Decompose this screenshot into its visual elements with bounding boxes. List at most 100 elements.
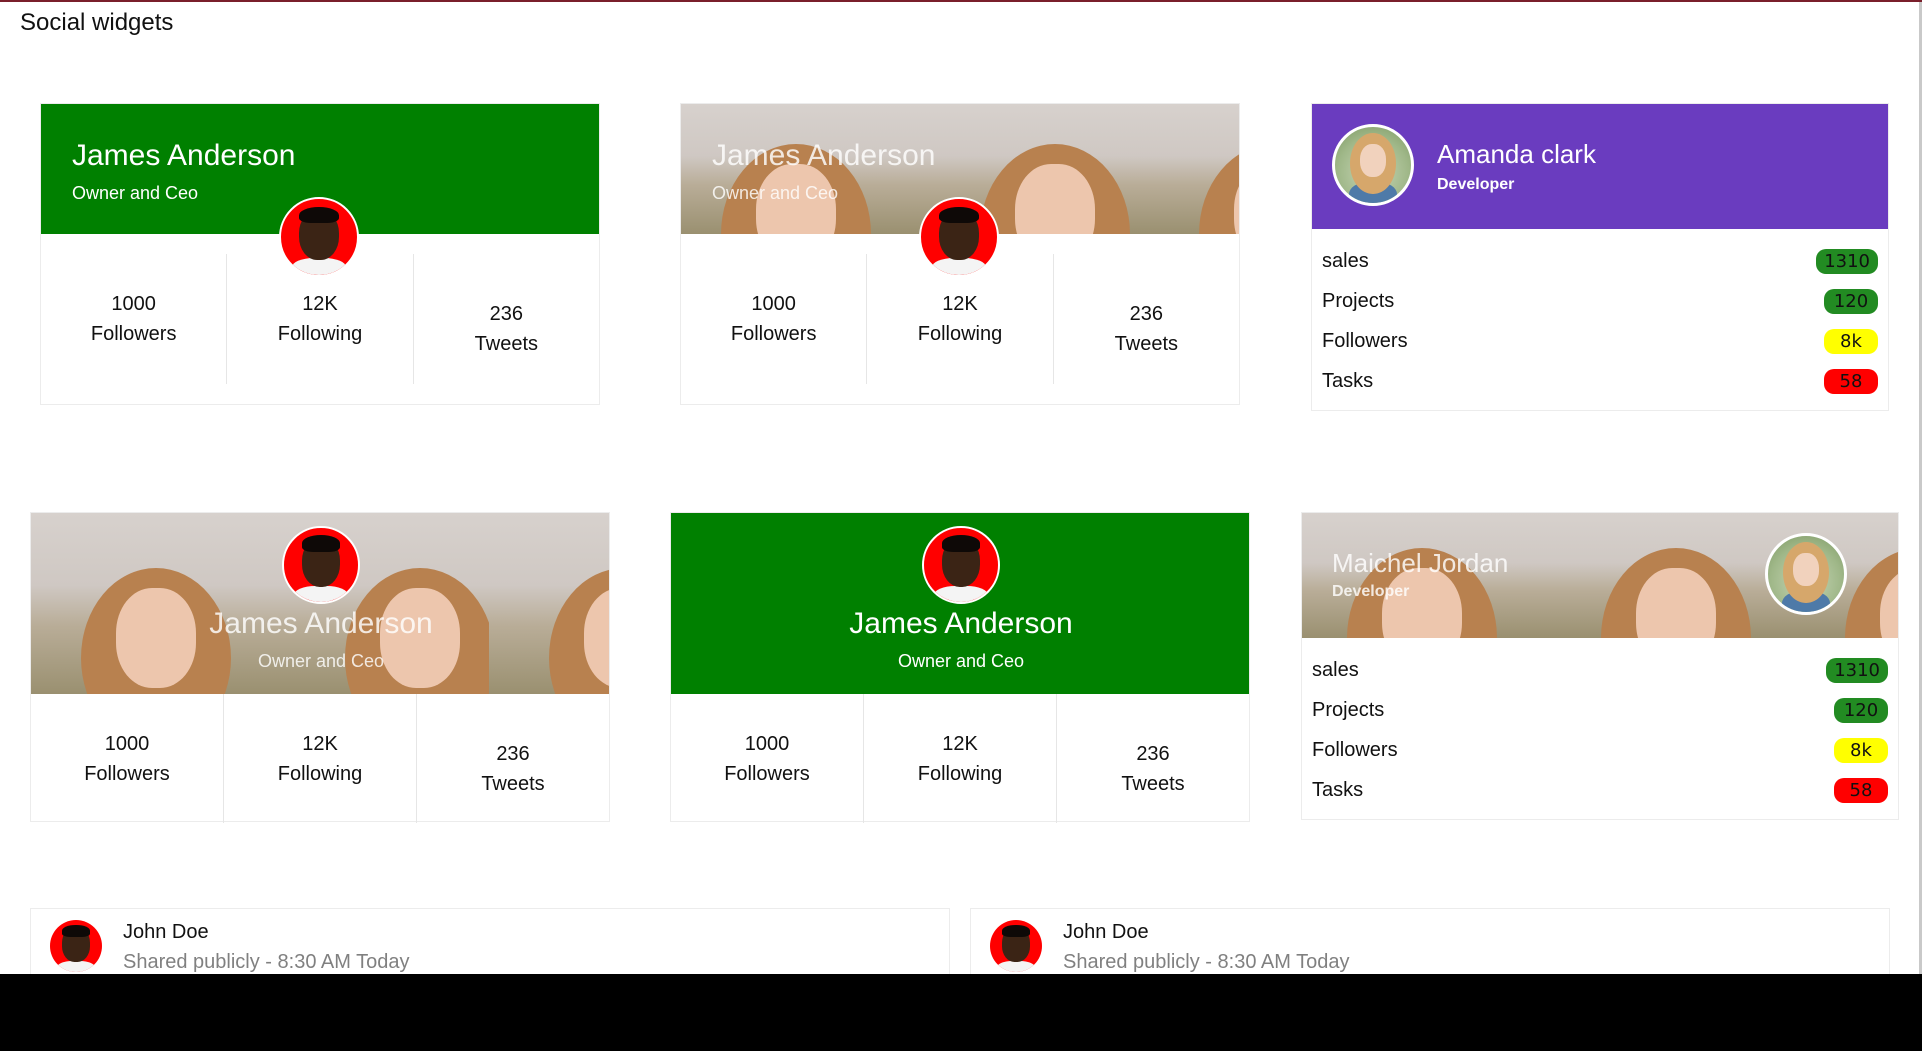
stat-value: 12K [302, 293, 338, 315]
stat-label: Tweets [1121, 772, 1185, 795]
avatar-man-icon[interactable] [50, 920, 102, 972]
stat-label: Followers [84, 762, 170, 785]
stat-value: 1000 [751, 293, 796, 315]
summary-role: Developer [1437, 176, 1515, 193]
stat-following[interactable]: 12K Following [226, 254, 412, 384]
profile-role: Owner and Ceo [712, 183, 839, 203]
summary-row-sales[interactable]: sales 1310 [1322, 241, 1878, 281]
summary-name: Amanda clark [1437, 139, 1596, 169]
summary-row-followers[interactable]: Followers 8k [1322, 321, 1878, 361]
stat-label: Tweets [481, 772, 545, 795]
stat-label: Following [917, 762, 1003, 785]
summary-card: Maichel Jordan Developer sales 1310 Proj… [1301, 512, 1899, 820]
stat-label: Tweets [474, 333, 538, 355]
page-title: Social widgets [20, 9, 174, 36]
profile-name: James Anderson [712, 139, 936, 172]
stat-value: 236 [1136, 742, 1170, 765]
stat-label: Following [917, 323, 1003, 345]
row-label: sales [1322, 249, 1369, 272]
profile-card: James Anderson Owner and Ceo 1000 Follow… [30, 512, 610, 823]
stat-value: 1000 [111, 293, 156, 315]
avatar-man-icon[interactable] [990, 920, 1042, 972]
summary-row-tasks[interactable]: Tasks 58 [1322, 361, 1878, 401]
profile-name: James Anderson [849, 607, 1073, 640]
stat-label: Followers [90, 323, 177, 345]
post-author[interactable]: John Doe [123, 921, 209, 944]
profile-banner-photo: James Anderson Owner and Ceo [31, 513, 609, 694]
row-badge: 58 [1834, 777, 1888, 803]
row-label: Tasks [1322, 369, 1374, 392]
summary-row-followers[interactable]: Followers 8k [1312, 730, 1888, 770]
stat-value: 12K [302, 732, 338, 755]
stat-value: 236 [489, 303, 523, 325]
profile-name: James Anderson [209, 607, 433, 640]
summary-banner-photo: Maichel Jordan Developer [1302, 513, 1898, 638]
summary-row-sales[interactable]: sales 1310 [1312, 650, 1888, 690]
profile-stats: 1000 Followers 12K Following 236 Tweets [41, 254, 599, 384]
stat-label: Following [277, 323, 363, 345]
avatar-man-icon[interactable] [922, 526, 1000, 604]
stat-following[interactable]: 12K Following [866, 254, 1052, 384]
summary-list: sales 1310 Projects 120 Followers 8k Tas… [1312, 650, 1888, 810]
stat-tweets[interactable]: 236 Tweets [1052, 254, 1239, 384]
black-bar [0, 974, 1922, 1051]
stat-label: Tweets [1114, 333, 1178, 355]
profile-card: James Anderson Owner and Ceo 1000 Follow… [40, 103, 600, 405]
summary-role: Developer [1332, 583, 1410, 600]
page: Social widgets James Anderson Owner and … [0, 0, 1922, 974]
stat-value: 12K [942, 732, 978, 755]
profile-card: James Anderson Owner and Ceo 1000 Follow… [670, 512, 1250, 823]
stat-tweets[interactable]: 236 Tweets [412, 254, 599, 384]
summary-card: Amanda clark Developer sales 1310 Projec… [1311, 103, 1889, 411]
stat-value: 1000 [744, 732, 790, 755]
post-card: John Doe Shared publicly - 8:30 AM Today [970, 908, 1890, 974]
row-label: Followers [1312, 738, 1398, 761]
row-label: Followers [1322, 329, 1408, 352]
row-label: sales [1312, 658, 1359, 681]
row-badge: 58 [1824, 368, 1878, 394]
summary-banner: Amanda clark Developer [1312, 104, 1888, 229]
avatar-woman-icon[interactable] [1332, 124, 1414, 206]
stat-label: Followers [730, 323, 817, 345]
stat-tweets[interactable]: 236 Tweets [416, 694, 609, 823]
stat-followers[interactable]: 1000 Followers [671, 694, 863, 823]
stat-label: Followers [724, 762, 810, 785]
row-badge: 8k [1834, 737, 1888, 763]
row-badge: 120 [1834, 697, 1888, 723]
profile-card: James Anderson Owner and Ceo 1000 Follow… [680, 103, 1240, 405]
stat-following[interactable]: 12K Following [863, 694, 1056, 823]
stat-following[interactable]: 12K Following [223, 694, 416, 823]
profile-banner: James Anderson Owner and Ceo [671, 513, 1249, 694]
profile-role: Owner and Ceo [72, 183, 199, 203]
row-badge: 1310 [1816, 248, 1878, 274]
profile-stats: 1000 Followers 12K Following 236 Tweets [31, 694, 609, 823]
stat-value: 12K [942, 293, 978, 315]
summary-list: sales 1310 Projects 120 Followers 8k Tas… [1322, 241, 1878, 401]
stat-label: Following [277, 762, 363, 785]
profile-stats: 1000 Followers 12K Following 236 Tweets [671, 694, 1249, 823]
profile-name: James Anderson [72, 139, 296, 172]
stat-followers[interactable]: 1000 Followers [31, 694, 223, 823]
stat-followers[interactable]: 1000 Followers [41, 254, 226, 384]
row-label: Projects [1312, 698, 1385, 721]
avatar-woman-icon[interactable] [1765, 533, 1847, 615]
stat-value: 1000 [104, 732, 150, 755]
post-author[interactable]: John Doe [1063, 921, 1149, 944]
stat-value: 236 [1129, 303, 1163, 325]
summary-row-projects[interactable]: Projects 120 [1322, 281, 1878, 321]
profile-stats: 1000 Followers 12K Following 236 Tweets [681, 254, 1239, 384]
stat-tweets[interactable]: 236 Tweets [1056, 694, 1249, 823]
row-badge: 120 [1824, 288, 1878, 314]
summary-row-projects[interactable]: Projects 120 [1312, 690, 1888, 730]
row-badge: 8k [1824, 328, 1878, 354]
profile-role: Owner and Ceo [897, 651, 1025, 671]
stat-value: 236 [496, 742, 530, 765]
post-meta: Shared publicly - 8:30 AM Today [1063, 951, 1350, 973]
row-badge: 1310 [1826, 657, 1888, 683]
summary-row-tasks[interactable]: Tasks 58 [1312, 770, 1888, 810]
profile-role: Owner and Ceo [257, 651, 385, 671]
avatar-man-icon[interactable] [282, 526, 360, 604]
stat-followers[interactable]: 1000 Followers [681, 254, 866, 384]
summary-name: Maichel Jordan [1332, 548, 1509, 578]
post-card: John Doe Shared publicly - 8:30 AM Today [30, 908, 950, 974]
